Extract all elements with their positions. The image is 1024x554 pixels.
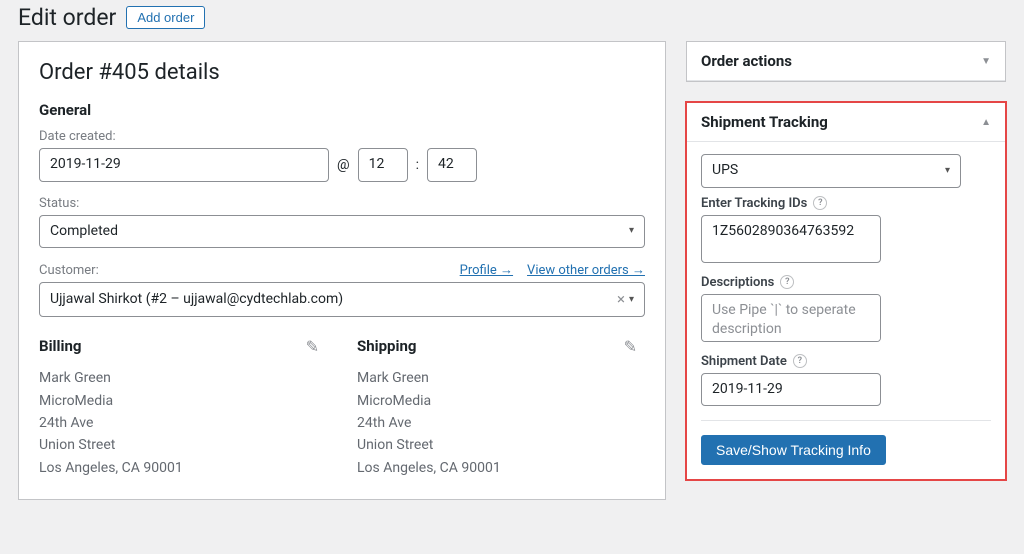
descriptions-label: Descriptions <box>701 275 774 290</box>
status-select[interactable]: Completed ▾ <box>39 215 645 249</box>
billing-line: 24th Ave <box>39 412 327 434</box>
shipping-line: Union Street <box>357 434 645 456</box>
save-show-tracking-button[interactable]: Save/Show Tracking Info <box>701 435 886 465</box>
help-icon[interactable]: ? <box>780 275 794 289</box>
add-order-button[interactable]: Add order <box>126 6 205 29</box>
pencil-icon[interactable]: ✎ <box>624 337 637 356</box>
date-created-input[interactable] <box>39 148 329 182</box>
carrier-value: UPS <box>712 161 738 181</box>
customer-label: Customer: <box>39 263 99 278</box>
order-details-panel: Order #405 details General Date created:… <box>18 41 666 500</box>
descriptions-input[interactable] <box>701 294 881 342</box>
status-label: Status: <box>39 196 645 211</box>
shipment-date-input[interactable] <box>701 373 881 407</box>
tracking-ids-label: Enter Tracking IDs <box>701 196 807 211</box>
help-icon[interactable]: ? <box>793 354 807 368</box>
carrier-select[interactable]: UPS ▾ <box>701 154 961 188</box>
order-details-heading: Order #405 details <box>39 60 645 85</box>
time-colon: : <box>416 157 419 173</box>
billing-title: Billing <box>39 337 327 355</box>
customer-value: Ujjawal Shirkot (#2 – ujjawal@cydtechlab… <box>50 290 343 310</box>
panel-toggle-icon[interactable]: ▼ <box>981 56 991 67</box>
shipping-title: Shipping <box>357 337 645 355</box>
billing-address-block: ✎ Billing Mark Green MicroMedia 24th Ave… <box>39 337 327 479</box>
billing-line: Mark Green <box>39 367 327 389</box>
billing-line: MicroMedia <box>39 390 327 412</box>
clear-customer-icon[interactable]: × <box>617 289 625 310</box>
billing-line: Union Street <box>39 434 327 456</box>
shipping-line: 24th Ave <box>357 412 645 434</box>
order-actions-panel: Order actions ▼ <box>686 41 1006 82</box>
minute-input[interactable] <box>427 148 477 182</box>
shipping-line: Los Angeles, CA 90001 <box>357 457 645 479</box>
billing-line: Los Angeles, CA 90001 <box>39 457 327 479</box>
shipping-address-block: ✎ Shipping Mark Green MicroMedia 24th Av… <box>357 337 645 479</box>
shipping-line: Mark Green <box>357 367 645 389</box>
chevron-down-icon: ▾ <box>629 293 634 307</box>
shipment-tracking-title: Shipment Tracking <box>701 113 828 131</box>
chevron-down-icon: ▾ <box>629 224 634 238</box>
customer-select[interactable]: Ujjawal Shirkot (#2 – ujjawal@cydtechlab… <box>39 282 645 317</box>
chevron-down-icon: ▾ <box>945 164 950 178</box>
page-header: Edit order Add order <box>18 0 1006 41</box>
pencil-icon[interactable]: ✎ <box>306 337 319 356</box>
hour-input[interactable] <box>358 148 408 182</box>
general-section-title: General <box>39 101 645 119</box>
shipping-line: MicroMedia <box>357 390 645 412</box>
shipment-date-label: Shipment Date <box>701 354 787 369</box>
view-other-orders-link[interactable]: View other orders → <box>527 262 645 278</box>
tracking-ids-input[interactable] <box>701 215 881 263</box>
profile-link[interactable]: Profile → <box>460 262 513 278</box>
page-title: Edit order <box>18 4 116 31</box>
shipment-tracking-panel: Shipment Tracking ▲ UPS ▾ Enter Tracking… <box>686 102 1006 480</box>
panel-toggle-icon[interactable]: ▲ <box>981 117 991 128</box>
date-created-label: Date created: <box>39 129 645 144</box>
status-value: Completed <box>50 222 118 242</box>
divider <box>701 420 991 421</box>
help-icon[interactable]: ? <box>813 196 827 210</box>
order-actions-title: Order actions <box>701 52 792 70</box>
at-symbol: @ <box>337 157 350 173</box>
